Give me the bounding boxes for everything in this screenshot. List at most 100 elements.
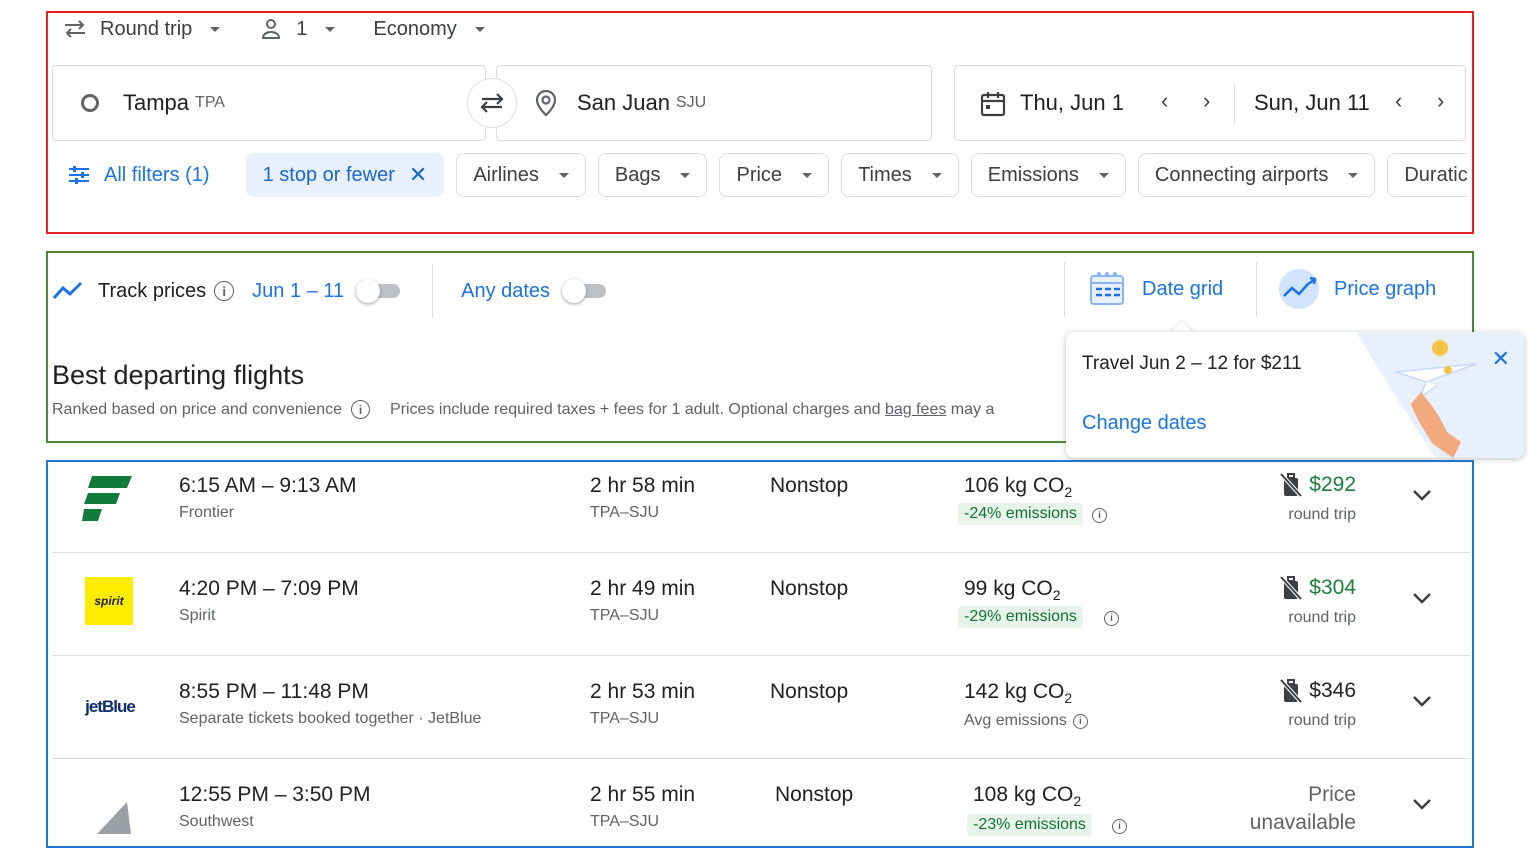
destination-city: San Juan [577, 90, 670, 115]
chip-times[interactable]: Times [841, 153, 959, 197]
cabin-select[interactable]: Economy [373, 17, 485, 41]
chevron-down-icon [1348, 172, 1359, 178]
origin-circle-icon [81, 94, 99, 112]
any-dates-toggle[interactable] [562, 279, 610, 303]
table-row[interactable]: jetBlue 8:55 PM – 11:48 PM Separate tick… [52, 656, 1470, 759]
chevron-down-icon [210, 26, 221, 32]
track-range: Jun 1 – 11 [252, 279, 345, 302]
price: $304 [1279, 575, 1356, 601]
price-note: Prices include required taxes + fees for… [389, 400, 881, 418]
expand-button[interactable] [1412, 797, 1432, 816]
destination-field[interactable]: San Juan SJU [496, 65, 932, 141]
chip-bags-label: Bags [614, 163, 661, 186]
chip-airlines-label: Airlines [473, 163, 539, 186]
chip-emissions[interactable]: Emissions [970, 153, 1126, 197]
price-graph-icon [1279, 269, 1319, 309]
chip-airlines[interactable]: Airlines [456, 153, 586, 197]
passenger-count: 1 [296, 17, 308, 40]
price-unavailable-line1: Price [1308, 783, 1356, 806]
price-graph-label: Price graph [1334, 277, 1437, 300]
info-icon[interactable]: i [1092, 508, 1107, 523]
flight-duration: 2 hr 58 min [590, 474, 696, 497]
return-date[interactable]: Sun, Jun 11 [1254, 90, 1370, 116]
no-carry-on-icon [1279, 472, 1303, 498]
flight-stops: Nonstop [770, 577, 849, 600]
toggle-knob [356, 279, 381, 303]
chip-duration[interactable]: Duratic [1387, 153, 1468, 197]
trip-type-select[interactable]: Round trip [62, 16, 221, 42]
info-icon[interactable]: i [1112, 819, 1127, 834]
table-row[interactable]: spirit 4:20 PM – 7:09 PM Spirit 2 hr 49 … [52, 553, 1470, 656]
chevron-down-icon [1413, 490, 1431, 501]
jetblue-logo-text: jetBlue [85, 697, 136, 716]
depart-prev-button[interactable]: ‹ [1161, 88, 1168, 114]
return-prev-button[interactable]: ‹ [1395, 88, 1402, 114]
cabin-label: Economy [373, 17, 457, 40]
chevron-down-icon [680, 172, 691, 178]
info-icon[interactable]: i [350, 400, 370, 419]
track-prices-row: Track prices i Jun 1 – 11 Any dates [52, 264, 610, 318]
flight-times: 4:20 PM – 7:09 PM [179, 577, 359, 600]
price: $292 [1279, 472, 1356, 498]
flight-route: TPA–SJU [590, 813, 660, 830]
change-dates-link[interactable]: Change dates [1082, 412, 1207, 435]
flight-stops: Nonstop [770, 680, 849, 703]
table-row[interactable]: 12:55 PM – 3:50 PM Southwest 2 hr 55 min… [52, 759, 1470, 862]
chip-price[interactable]: Price [719, 153, 830, 197]
co2-text: 99 kg CO [964, 577, 1053, 600]
info-icon[interactable]: i [1104, 611, 1119, 626]
spirit-logo-text: spirit [94, 594, 124, 608]
spirit-logo-icon: spirit [85, 577, 133, 625]
chip-connecting-label: Connecting airports [1154, 163, 1329, 186]
date-grid-button[interactable]: Date grid [1088, 268, 1223, 310]
co2-subscript: 2 [1064, 484, 1073, 501]
frontier-logo-icon [82, 474, 132, 524]
divider [432, 264, 434, 318]
chip-bags[interactable]: Bags [597, 153, 708, 197]
expand-button[interactable] [1412, 591, 1432, 610]
chip-connecting-airports[interactable]: Connecting airports [1137, 153, 1376, 197]
bag-fees-link[interactable]: bag fees [885, 401, 946, 419]
date-suggestion-popover: Travel Jun 2 – 12 for $211 Change dates … [1066, 332, 1524, 458]
close-icon[interactable]: ✕ [409, 162, 427, 188]
flight-route: TPA–SJU [590, 607, 660, 624]
close-icon[interactable]: ✕ [1492, 346, 1510, 372]
expand-button[interactable] [1412, 488, 1432, 507]
emissions-label: Avg emissions [964, 712, 1067, 729]
ranked-note: Ranked based on price and convenience [52, 400, 342, 418]
price-value: $292 [1309, 473, 1356, 496]
toggle-knob [562, 279, 587, 303]
swap-locations-button[interactable] [467, 78, 517, 128]
flight-duration: 2 hr 53 min [590, 680, 696, 703]
expand-button[interactable] [1412, 694, 1432, 713]
all-filters-button[interactable]: All filters (1) [52, 153, 226, 197]
date-grid-label: Date grid [1142, 277, 1224, 300]
chevron-down-icon [1413, 799, 1431, 810]
flight-stops: Nonstop [770, 474, 849, 497]
return-next-button[interactable]: › [1437, 88, 1444, 114]
info-icon[interactable]: i [1072, 713, 1088, 729]
no-carry-on-icon [1279, 678, 1303, 704]
depart-next-button[interactable]: › [1203, 88, 1210, 114]
chevron-down-icon [474, 26, 485, 32]
table-row[interactable]: 6:15 AM – 9:13 AM Frontier 2 hr 58 min T… [52, 450, 1470, 553]
price-subtext: round trip [1288, 609, 1356, 626]
chip-stops[interactable]: 1 stop or fewer ✕ [245, 153, 445, 197]
price-graph-button[interactable]: Price graph [1278, 268, 1436, 310]
passenger-select[interactable]: 1 [258, 16, 336, 42]
emissions-badge: -29% emissions [958, 606, 1083, 628]
flight-route: TPA–SJU [590, 504, 660, 521]
emissions-text: -29% emissions [964, 608, 1077, 625]
price: $346 [1279, 678, 1356, 704]
track-prices-toggle[interactable] [356, 279, 404, 303]
depart-date[interactable]: Thu, Jun 1 [1020, 90, 1124, 116]
info-icon[interactable]: i [214, 281, 235, 301]
co2-text: 106 kg CO [964, 474, 1065, 497]
results-title: Best departing flights [52, 360, 305, 390]
airline-name: Spirit [179, 607, 216, 624]
origin-field[interactable]: Tampa TPA [52, 65, 486, 141]
dates-field[interactable]: Thu, Jun 1 ‹ › Sun, Jun 11 ‹ › [954, 65, 1466, 141]
price-subtext: round trip [1288, 712, 1356, 729]
chip-duration-label: Duratic [1404, 163, 1468, 186]
emissions-text: Avg emissions i [964, 712, 1088, 730]
